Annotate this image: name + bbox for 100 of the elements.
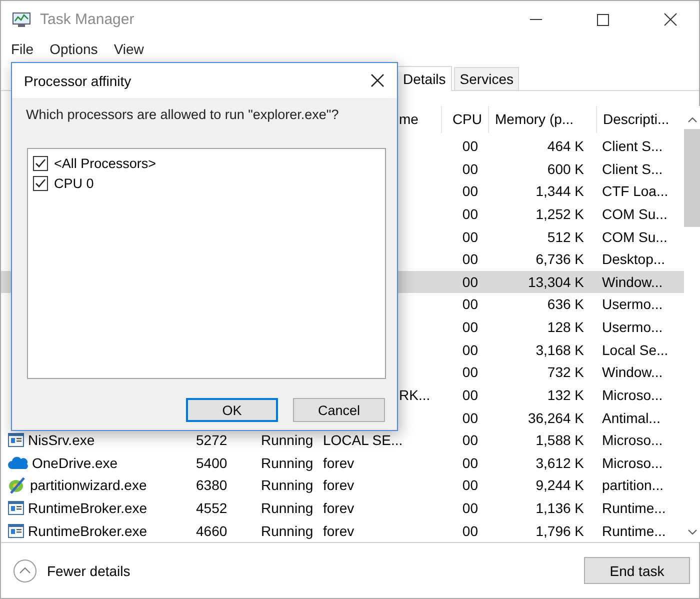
tab[interactable]: Details [397,66,452,91]
table-cell: Runtime... [602,500,666,516]
table-cell: Client S... [602,138,663,154]
table-cell: Local Se... [602,342,668,358]
table-cell: 00 [462,500,478,516]
menu-item[interactable]: File [5,41,40,57]
table-cell: RuntimeBroker.exe [28,522,148,539]
table-cell: Window... [602,364,663,380]
table-cell: 4552 [196,500,228,516]
table-cell: Microso... [602,454,663,471]
table-cell: 132 K [547,386,584,403]
table-cell: 00 [462,319,478,336]
table-cell: 00 [462,386,478,403]
table-cell: Usermo... [602,296,663,312]
table-cell: 1,344 K [536,183,584,200]
table-cell: 6380 [196,477,228,494]
table-cell: partitionwizard.exe [30,477,147,494]
table-cell: 5272 [196,432,228,448]
window-icon [8,500,24,515]
table-cell: Running [261,500,314,516]
table-cell: 00 [462,454,478,471]
end-task-button[interactable]: End task [584,557,690,584]
table-cell: Running [261,432,314,448]
dialog-button[interactable]: OK [186,398,278,422]
table-cell: 636 K [547,296,584,312]
table-cell: Window... [602,274,663,290]
table-cell: 00 [462,274,478,290]
table-cell: 3,612 K [536,454,584,471]
disk-wand-icon [8,476,26,494]
table-cell: Usermo... [602,319,663,336]
table-cell: 9,244 K [536,477,584,494]
window-title: Task Manager [40,11,136,28]
table-cell: 00 [462,160,478,177]
table-cell: 464 K [547,138,584,154]
table-cell: forev [323,500,354,516]
table-cell: 00 [462,251,478,268]
fewer-details-toggle[interactable]: Fewer details [13,558,584,582]
option-label: <All Processors> [54,156,156,170]
window-icon [8,433,24,448]
table-cell: 732 K [547,364,584,380]
table-cell: Running [261,454,314,471]
dialog-question: Which processors are allowed to run "explorer.exe"? [25,106,340,122]
table-cell: RuntimeBroker.exe [28,500,148,516]
table-cell: OneDrive.exe [32,454,118,471]
table-cell: CTF Loa... [602,183,668,200]
table-cell: 5400 [196,454,228,471]
cloud-icon [8,456,28,470]
table-cell: forev [323,454,354,471]
table-cell: 1,796 K [536,522,584,539]
option-label: CPU 0 [54,176,94,190]
checkbox[interactable] [33,176,48,190]
table-cell: Running [261,477,314,494]
close-icon[interactable] [370,74,384,87]
table-cell: 1,252 K [536,206,584,222]
table-cell: 00 [462,228,478,245]
table-cell: NisSrv.exe [28,432,95,448]
table-cell: 36,264 K [528,410,584,426]
minimize-icon[interactable] [530,18,542,20]
table-cell: 00 [462,364,478,380]
table-cell: Microso... [602,432,663,448]
table-cell: 00 [462,183,478,200]
table-cell: Client S... [602,160,663,177]
table-cell: RK... [399,386,430,403]
scroll-thumb[interactable] [684,129,700,227]
table-cell: LOCAL SE... [323,432,403,448]
close-icon[interactable] [664,13,676,26]
table-cell: forev [323,522,354,539]
table-cell: 13,304 K [528,274,584,290]
checkbox[interactable] [33,156,48,170]
table-cell: 00 [462,342,478,358]
table-cell: 00 [462,522,478,539]
column-header[interactable]: me [399,111,418,128]
tab[interactable]: Services [454,67,520,90]
table-cell: partition... [602,477,664,494]
window-icon [8,524,24,538]
chevron-up-icon [13,558,37,582]
dialog-button[interactable]: Cancel [293,398,385,422]
table-cell: 512 K [547,228,584,245]
menu-item[interactable]: View [108,41,150,57]
scroll-up-icon[interactable] [688,117,697,123]
monitor-chart-icon [12,12,31,28]
table-cell: 128 K [547,319,584,336]
table-cell: 00 [462,138,478,154]
table-cell: Runtime... [602,522,666,539]
column-header[interactable]: CPU [441,106,488,133]
table-cell: 00 [462,477,478,494]
scroll-down-icon[interactable] [688,529,697,535]
table-cell: Desktop... [602,251,666,268]
table-cell: 6,736 K [536,251,584,268]
column-header[interactable]: Memory (p... [488,106,596,133]
table-cell: 4660 [196,522,228,539]
dialog-title: Processor affinity [24,72,132,88]
table-cell: 00 [462,432,478,448]
maximize-icon[interactable] [597,14,609,26]
menu-item[interactable]: Options [44,41,104,57]
table-cell: 00 [462,206,478,222]
table-cell: COM Su... [602,228,668,245]
table-cell: 1,588 K [536,432,584,448]
table-cell: 00 [462,296,478,312]
table-cell: 600 K [547,160,584,177]
